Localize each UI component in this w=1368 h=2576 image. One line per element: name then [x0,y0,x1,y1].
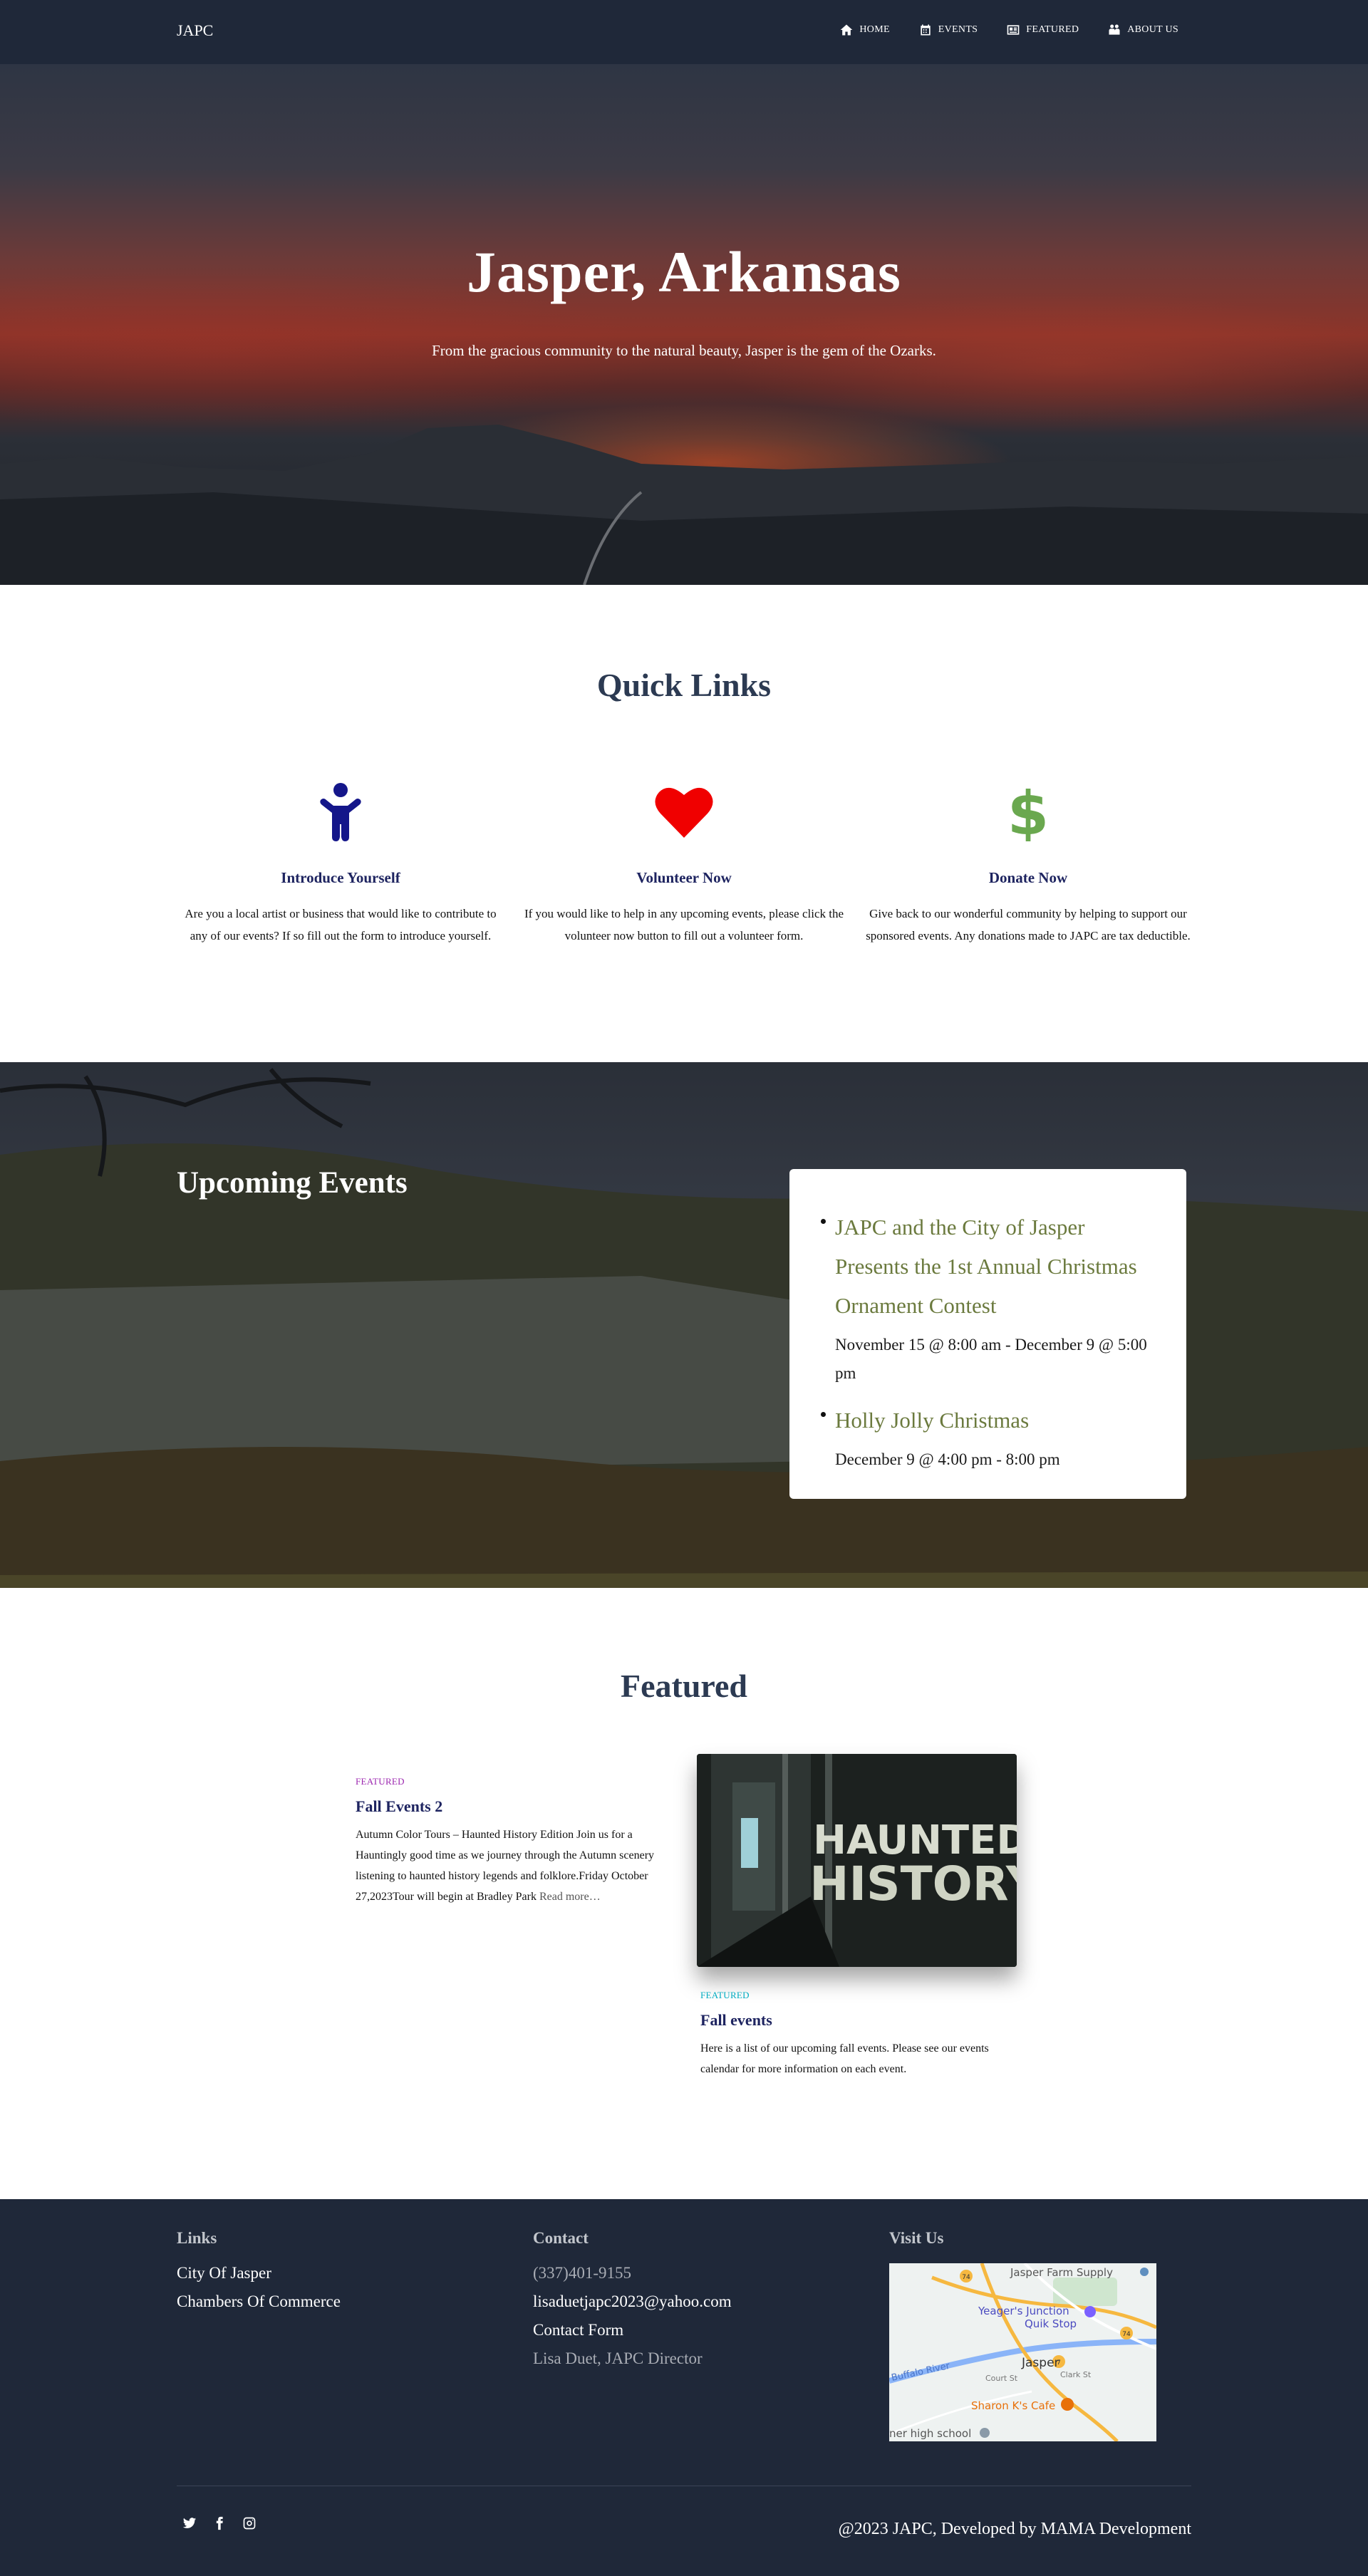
navbar: JAPC HOME EVENTS FEATURED ABOUT US [0,0,1368,64]
footer-visit: Visit Us [889,2229,943,2248]
heart-icon[interactable] [655,786,713,838]
social-links [182,2516,256,2534]
map-route-74b: 74 [1122,2331,1131,2338]
quick-link-heading[interactable]: Introduce Yourself [177,869,504,887]
event-date: November 15 @ 8:00 am - December 9 @ 5:0… [835,1336,1147,1382]
quick-link-introduce: Introduce Yourself Are you a local artis… [177,780,504,947]
brand-logo[interactable]: JAPC [177,21,213,40]
featured-post: FEATURED Fall events Here is a list of o… [700,1990,1008,2079]
newspaper-icon [1007,25,1020,35]
nav-label-featured: FEATURED [1026,24,1079,35]
nav-label-home: HOME [859,24,890,35]
quick-link-text: If you would like to help in any upcomin… [524,907,844,942]
events-section: Upcoming Events JAPC and the City of Jas… [0,1062,1368,1588]
contact-email[interactable]: lisaduetjapc2023@yahoo.com [533,2287,732,2316]
facebook-icon [216,2516,223,2530]
post-title[interactable]: Fall Events 2 [356,1797,663,1816]
featured-post: FEATURED Fall Events 2 Autumn Color Tour… [356,1776,663,1907]
facebook-link[interactable] [212,2516,227,2534]
hero-title: Jasper, Arkansas [467,239,901,304]
footer-links: Links City Of Jasper Chambers Of Commerc… [177,2229,341,2316]
hero-banner: Jasper, Arkansas From the gracious commu… [0,64,1368,585]
footer-link-chamber[interactable]: Chambers Of Commerce [177,2287,341,2316]
events-title: Upcoming Events [177,1166,408,1200]
contact-form-link[interactable]: Contact Form [533,2316,732,2344]
people-icon [1109,24,1120,35]
nav-label-about: ABOUT US [1127,24,1178,35]
map-route-74: 74 [962,2274,970,2281]
events-card: JAPC and the City of Jasper Presents the… [789,1169,1186,1499]
instagram-link[interactable] [242,2516,256,2534]
quick-link-volunteer: Volunteer Now If you would like to help … [520,780,848,947]
quick-link-donate: $ Donate Now Give back to our wonderful … [864,780,1192,947]
nav-label-events: EVENTS [938,24,978,35]
post-category-tag[interactable]: FEATURED [356,1776,663,1787]
map-label-cafe: Sharon K's Cafe [971,2399,1055,2412]
nav-item-featured[interactable]: FEATURED [1006,23,1079,37]
quick-link-heading[interactable]: Volunteer Now [520,869,848,887]
instagram-icon [243,2517,256,2530]
post-excerpt: Autumn Color Tours – Haunted History Edi… [356,1824,663,1907]
quick-link-heading[interactable]: Donate Now [864,869,1192,887]
footer-contact: Contact (337)401-9155 lisaduetjapc2023@y… [533,2229,732,2373]
map-label-clark: Clark St [1060,2370,1092,2379]
nav-item-home[interactable]: HOME [839,23,889,37]
event-title-link[interactable]: Holly Jolly Christmas [835,1401,1161,1440]
hero-landscape [0,425,1368,585]
contact-director: Lisa Duet, JAPC Director [533,2349,703,2367]
map-label-court: Court St [985,2374,1018,2383]
footer-heading: Visit Us [889,2229,944,2247]
map-label-farm: Jasper Farm Supply [1010,2266,1113,2279]
quick-link-text: Are you a local artist or business that … [185,907,497,942]
map-label-school: ner high school [889,2427,971,2440]
person-icon[interactable] [318,783,363,841]
twitter-link[interactable] [182,2516,197,2534]
footer-link-city[interactable]: City Of Jasper [177,2259,341,2287]
post-thumbnail[interactable]: HAUNTED HISTORY [697,1754,1017,1967]
image-text-history: HISTORY [809,1856,1017,1911]
post-excerpt: Here is a list of our upcoming fall even… [700,2042,989,2075]
footer: Links City Of Jasper Chambers Of Commerc… [0,2199,1368,2576]
post-excerpt-text: Autumn Color Tours – Haunted History Edi… [356,1829,655,1903]
post-category-tag[interactable]: FEATURED [700,1990,1008,2001]
nav-menu: HOME EVENTS FEATURED ABOUT US [839,23,1178,37]
contact-phone[interactable]: (337)401-9155 [533,2259,732,2287]
post-title[interactable]: Fall events [700,2011,1008,2030]
quick-links-title: Quick Links [596,667,772,703]
quick-link-text: Give back to our wonderful community by … [866,907,1191,942]
event-item: JAPC and the City of Jasper Presents the… [821,1208,1161,1388]
copyright: @2023 JAPC, Developed by MAMA Developmen… [838,2520,1191,2538]
calendar-icon [921,24,931,36]
home-icon [841,24,853,36]
event-item: Holly Jolly Christmas December 9 @ 4:00 … [821,1401,1161,1474]
featured-title: Featured [620,1668,747,1704]
map-label-town: Jasper [1021,2356,1059,2370]
hero-subtitle: From the gracious community to the natur… [432,342,936,359]
read-more-link[interactable]: Read more… [539,1891,601,1903]
nav-item-about[interactable]: ABOUT US [1107,23,1178,37]
nav-item-events[interactable]: EVENTS [918,23,978,37]
haunted-history-image: HAUNTED HISTORY [697,1754,1017,1967]
footer-heading: Links [177,2229,217,2247]
event-title-link[interactable]: JAPC and the City of Jasper Presents the… [835,1208,1161,1325]
twitter-icon [182,2518,197,2528]
footer-heading: Contact [533,2229,589,2247]
map-image: 74 74 7 Jasper Farm Supply Yeager's Junc… [889,2263,1156,2441]
dollar-icon[interactable]: $ [1011,783,1045,841]
svg-text:$: $ [1011,783,1045,841]
event-date: December 9 @ 4:00 pm - 8:00 pm [835,1450,1060,1468]
location-map[interactable]: 74 74 7 Jasper Farm Supply Yeager's Junc… [889,2263,1156,2441]
map-label-quik: Quik Stop [1025,2317,1077,2330]
map-label-junction: Yeager's Junction [978,2305,1069,2317]
